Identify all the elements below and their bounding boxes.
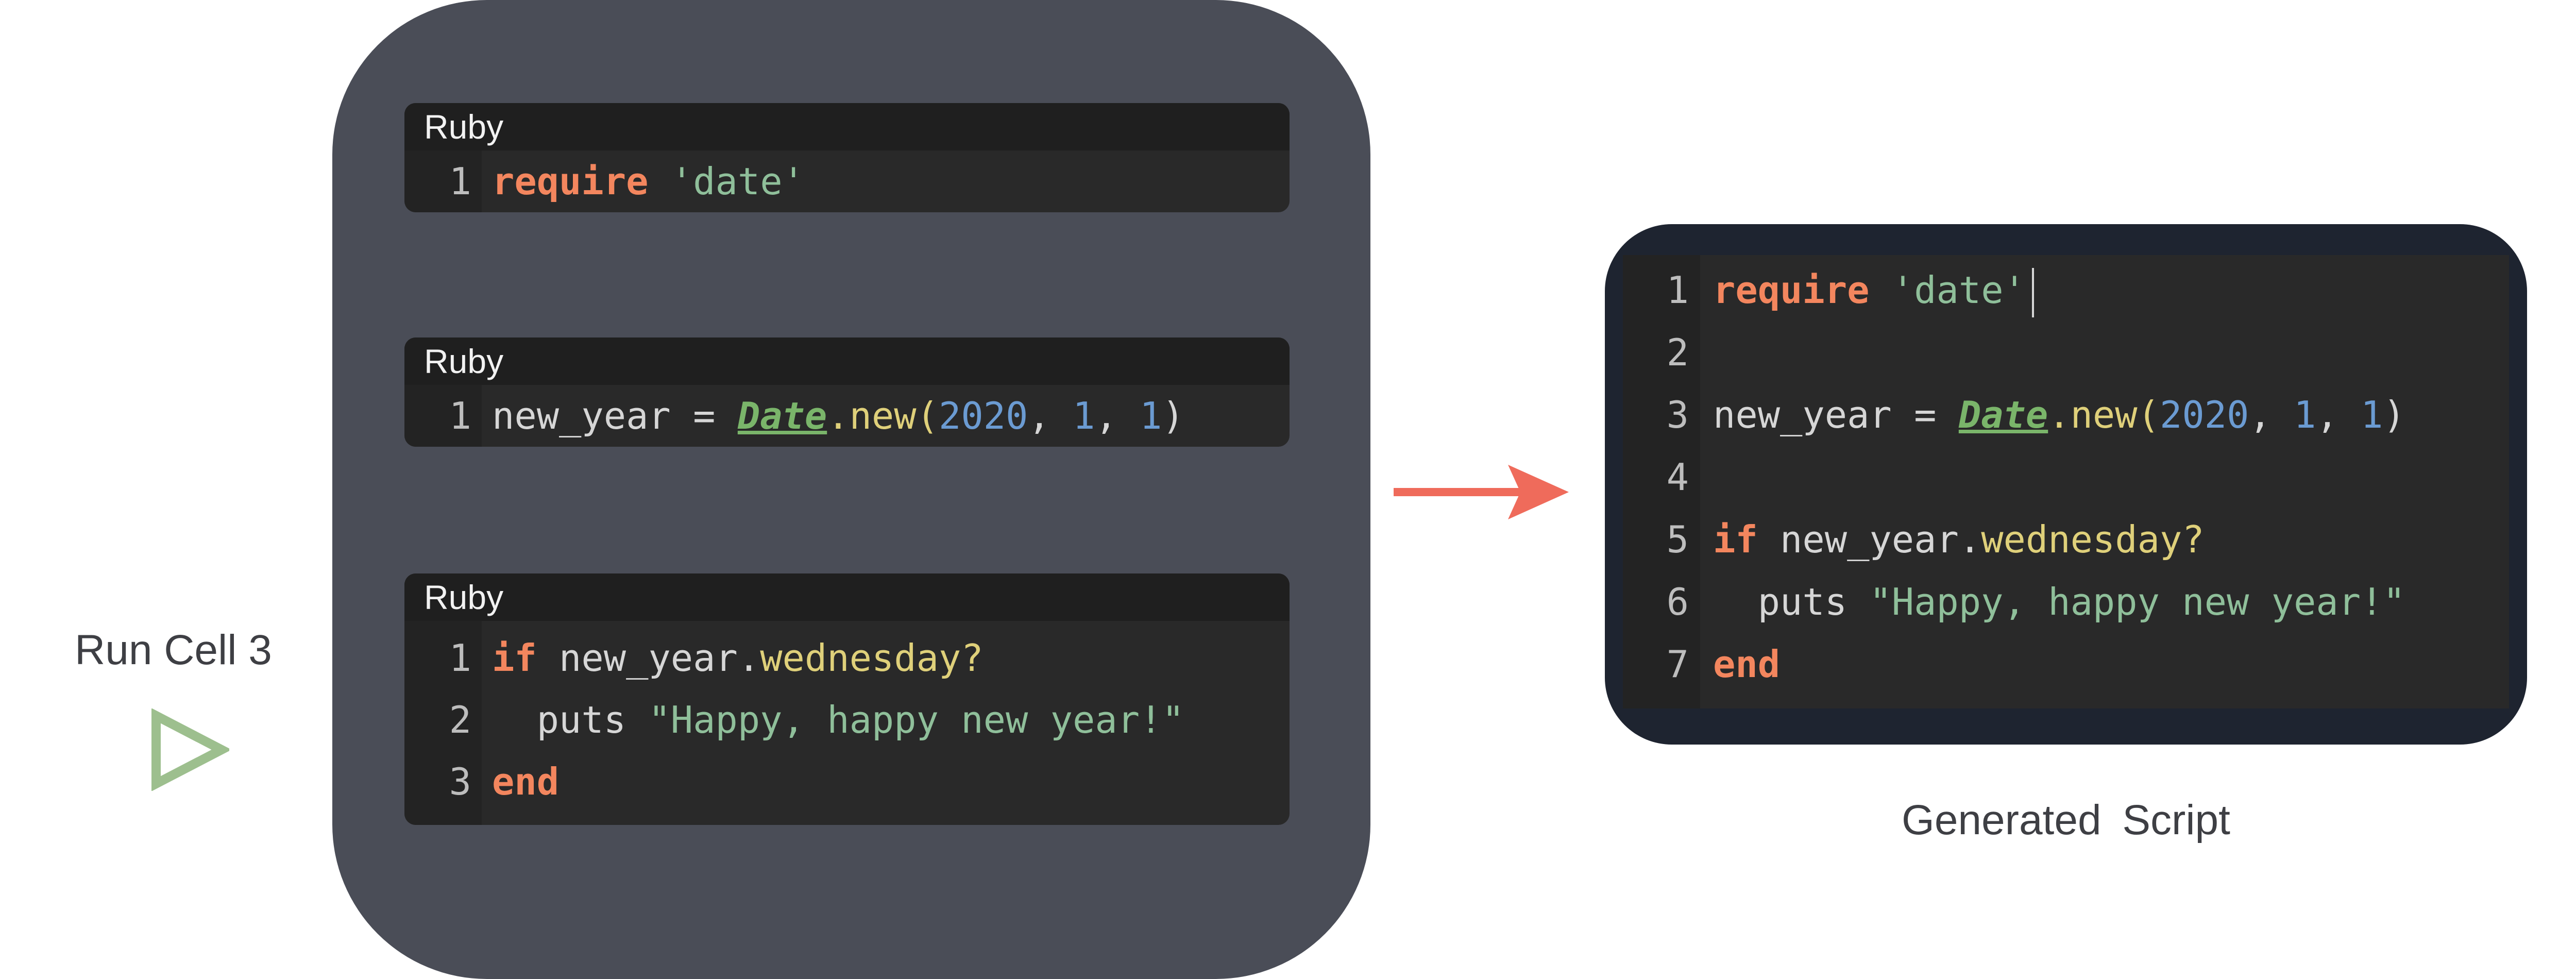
code-token: , xyxy=(2316,393,2361,436)
code-token: "Happy, happy new year!" xyxy=(648,698,1184,741)
code-line: 2 xyxy=(1623,322,2509,384)
code-line: 3 end xyxy=(404,751,1290,813)
code-token: Date xyxy=(1958,393,2048,436)
code-token: 2020 xyxy=(938,394,1028,437)
code-token: require xyxy=(492,160,649,203)
code-token: end xyxy=(492,760,560,803)
right-arrow-icon xyxy=(1394,465,1569,519)
text-cursor xyxy=(2031,268,2034,318)
code-line: 6 puts "Happy, happy new year!" xyxy=(1623,571,2509,633)
line-number: 5 xyxy=(1666,518,1689,561)
code-token: require xyxy=(1713,268,1870,312)
code-token: 1 xyxy=(2294,393,2316,436)
notebook-cell-1[interactable]: Ruby 1 require 'date' xyxy=(404,103,1290,212)
script-code-editor[interactable]: 1 require 'date' 2 3 new_year = Date.new(202… xyxy=(1623,255,2509,708)
code-line: 1 new_year = Date.new(2020, 1, 1) xyxy=(404,385,1290,447)
cell-language-label: Ruby xyxy=(404,103,1290,150)
code-token: 'date' xyxy=(670,160,805,203)
play-icon[interactable] xyxy=(147,708,229,791)
code-text: new_year = Date.new(2020, 1, 1) xyxy=(1713,384,2405,446)
line-number: 1 xyxy=(449,636,471,680)
code-token: , xyxy=(2249,393,2294,436)
code-token: .new( xyxy=(827,394,939,437)
code-text: puts "Happy, happy new year!" xyxy=(492,689,1184,751)
code-token: , xyxy=(1028,394,1073,437)
line-number: 3 xyxy=(1666,393,1689,436)
line-number: 2 xyxy=(1666,331,1689,374)
cell-language-label: Ruby xyxy=(404,337,1290,385)
notebook-panel: Ruby 1 require 'date' Ruby 1 new_year = Da… xyxy=(332,0,1370,979)
code-token: wednesday? xyxy=(760,636,984,680)
code-token: puts xyxy=(1713,580,1870,623)
code-token: new_year. xyxy=(1757,518,1981,561)
code-token: new_year = xyxy=(492,394,738,437)
code-line: 1 if new_year.wednesday? xyxy=(404,627,1290,689)
line-number: 2 xyxy=(449,698,471,741)
code-token: 'date' xyxy=(1891,268,2026,312)
cell-code-editor[interactable]: 1 require 'date' xyxy=(404,150,1290,212)
code-token: end xyxy=(1713,643,1781,686)
code-line: 2 puts "Happy, happy new year!" xyxy=(404,689,1290,751)
code-text: puts "Happy, happy new year!" xyxy=(1713,571,2405,633)
code-line: 4 xyxy=(1623,446,2509,509)
code-line: 5 if new_year.wednesday? xyxy=(1623,509,2509,571)
code-token: 1 xyxy=(1073,394,1095,437)
code-token: , xyxy=(1095,394,1140,437)
code-token: if xyxy=(492,636,537,680)
code-token: new_year = xyxy=(1713,393,1959,436)
run-cell-label: Run Cell 3 xyxy=(75,627,272,673)
code-token: new_year. xyxy=(536,636,760,680)
code-line: 1 require 'date' xyxy=(1623,259,2509,322)
notebook-cell-3[interactable]: Ruby 1 if new_year.wednesday? 2 puts "Happ… xyxy=(404,573,1290,825)
line-number: 1 xyxy=(449,394,471,437)
code-text: require 'date' xyxy=(492,150,805,212)
code-token: "Happy, happy new year!" xyxy=(1869,580,2405,623)
code-text: if new_year.wednesday? xyxy=(492,627,984,689)
line-number: 1 xyxy=(1666,268,1689,312)
generated-script-panel: 1 require 'date' 2 3 new_year = Date.new(202… xyxy=(1605,224,2527,745)
line-number: 4 xyxy=(1666,455,1689,499)
code-line: 7 end xyxy=(1623,633,2509,696)
cell-code-editor[interactable]: 1 new_year = Date.new(2020, 1, 1) xyxy=(404,385,1290,447)
cell-language-label: Ruby xyxy=(404,573,1290,621)
code-token: if xyxy=(1713,518,1758,561)
code-token: 1 xyxy=(1140,394,1162,437)
code-text: require 'date' xyxy=(1713,259,2034,322)
code-token: 1 xyxy=(2361,393,2383,436)
code-token: .new( xyxy=(2048,393,2160,436)
line-number: 7 xyxy=(1666,643,1689,686)
code-text: end xyxy=(492,751,559,813)
notebook-cell-2[interactable]: Ruby 1 new_year = Date.new(2020, 1, 1) xyxy=(404,337,1290,447)
line-number: 1 xyxy=(449,160,471,203)
code-line: 3 new_year = Date.new(2020, 1, 1) xyxy=(1623,384,2509,446)
generated-script-label: Generated Script xyxy=(1902,797,2230,843)
code-token: wednesday? xyxy=(1981,518,2205,561)
code-token: ) xyxy=(1162,394,1184,437)
code-token: puts xyxy=(492,698,649,741)
cell-code-editor[interactable]: 1 if new_year.wednesday? 2 puts "Happy, ha… xyxy=(404,621,1290,825)
code-text: new_year = Date.new(2020, 1, 1) xyxy=(492,385,1184,447)
code-token: ) xyxy=(2383,393,2405,436)
code-token: Date xyxy=(737,394,827,437)
code-token: 2020 xyxy=(2159,393,2249,436)
code-text: end xyxy=(1713,633,1780,696)
code-line: 1 require 'date' xyxy=(404,150,1290,212)
code-text: if new_year.wednesday? xyxy=(1713,509,2205,571)
line-number: 6 xyxy=(1666,580,1689,623)
line-number: 3 xyxy=(449,760,471,803)
